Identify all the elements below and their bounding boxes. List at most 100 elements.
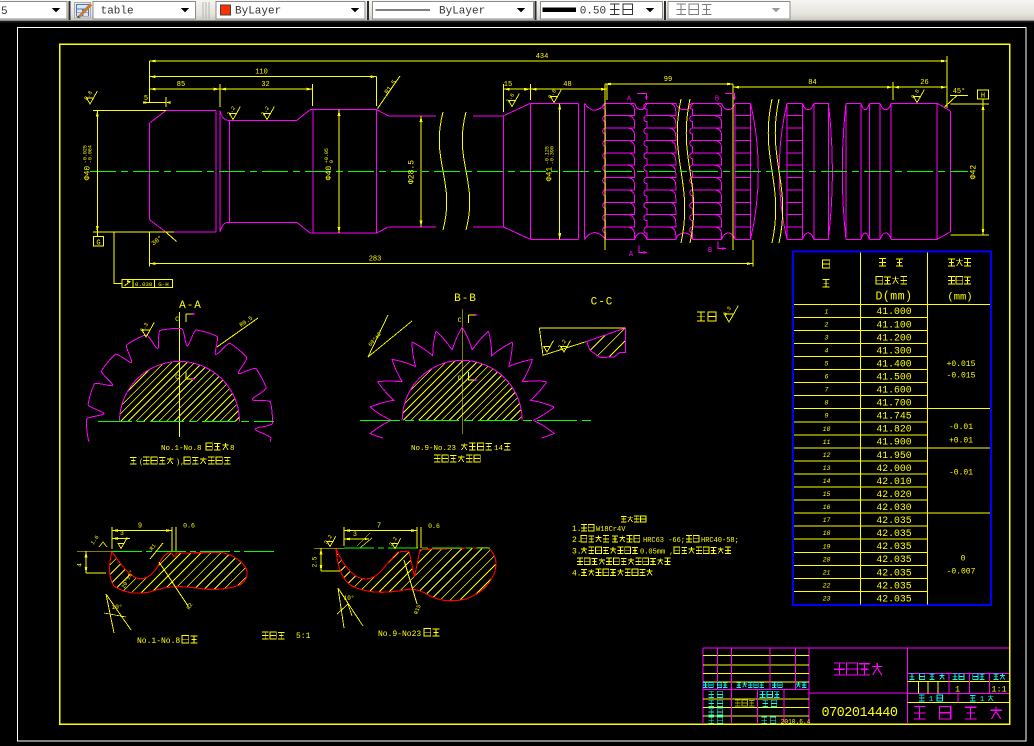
- svg-text:W18Cr4V: W18Cr4V: [596, 526, 626, 534]
- svg-text:B: B: [708, 247, 712, 255]
- svg-text:20: 20: [823, 556, 831, 563]
- svg-text:0: 0: [329, 160, 335, 163]
- svg-text:17: 17: [823, 517, 831, 524]
- svg-text:41.820: 41.820: [876, 424, 911, 435]
- svg-text:12: 12: [823, 452, 831, 459]
- svg-text:4.: 4.: [572, 570, 582, 579]
- svg-text:2: 2: [825, 321, 829, 328]
- svg-text:85: 85: [177, 81, 185, 89]
- svg-text:16: 16: [823, 504, 831, 511]
- svg-text:Φ40: Φ40: [325, 166, 334, 181]
- svg-text:-0.007: -0.007: [947, 568, 976, 577]
- svg-text:0.6: 0.6: [183, 523, 195, 530]
- svg-text:18: 18: [823, 530, 831, 537]
- svg-text:8: 8: [825, 400, 829, 407]
- svg-text:Φ41: Φ41: [546, 167, 555, 182]
- svg-text:C: C: [458, 375, 462, 382]
- svg-text:-0.01: -0.01: [949, 469, 973, 478]
- svg-text:Φ28.5: Φ28.5: [408, 160, 417, 184]
- svg-text:3: 3: [353, 531, 357, 538]
- svg-text:99: 99: [664, 76, 672, 84]
- svg-text:45°: 45°: [953, 87, 966, 96]
- svg-text:5: 5: [1, 6, 8, 18]
- svg-text:2.: 2.: [572, 536, 582, 545]
- svg-text:42.035: 42.035: [876, 541, 911, 552]
- svg-text:3.: 3.: [572, 548, 582, 557]
- svg-text:42.030: 42.030: [876, 502, 911, 513]
- svg-text:C: C: [175, 316, 179, 323]
- svg-text:41.100: 41.100: [876, 319, 911, 330]
- svg-text:5: 5: [144, 95, 148, 103]
- svg-text:21: 21: [823, 569, 831, 576]
- svg-text:ByLayer: ByLayer: [439, 6, 485, 18]
- svg-text:1: 1: [929, 696, 934, 704]
- svg-text:9: 9: [825, 413, 829, 420]
- svg-text:48: 48: [563, 81, 571, 89]
- svg-text:2.5: 2.5: [312, 556, 319, 567]
- svg-text:19: 19: [823, 543, 831, 550]
- svg-text:-0.064: -0.064: [88, 145, 94, 163]
- svg-text:42.035: 42.035: [876, 554, 911, 565]
- svg-text:+0.01: +0.01: [949, 437, 973, 446]
- svg-text:Φ40: Φ40: [84, 166, 93, 181]
- svg-text:HRC40-58;: HRC40-58;: [701, 537, 739, 545]
- svg-text:41.000: 41.000: [876, 306, 911, 317]
- svg-text:No.9-No.23: No.9-No.23: [411, 445, 457, 453]
- svg-text:B: B: [715, 96, 719, 104]
- svg-text:D(mm): D(mm): [875, 291, 912, 304]
- svg-text:110: 110: [255, 69, 268, 77]
- svg-text:41.745: 41.745: [876, 411, 911, 422]
- svg-text:41.500: 41.500: [876, 371, 911, 382]
- svg-text:4: 4: [77, 563, 84, 567]
- svg-text:42.020: 42.020: [876, 489, 911, 500]
- svg-text:Φ42: Φ42: [970, 165, 979, 180]
- svg-text:table: table: [101, 6, 134, 18]
- svg-text:1: 1: [980, 696, 985, 704]
- svg-text:(mm): (mm): [947, 292, 972, 304]
- svg-text:1.: 1.: [572, 525, 582, 534]
- svg-text:3: 3: [825, 334, 829, 341]
- svg-text:8: 8: [230, 445, 235, 453]
- svg-text:15: 15: [504, 81, 512, 89]
- svg-text:ByLayer: ByLayer: [235, 6, 281, 18]
- svg-text:1:1: 1:1: [991, 685, 1006, 695]
- svg-text:283: 283: [369, 256, 382, 264]
- svg-text:3: 3: [120, 530, 124, 537]
- svg-text:0: 0: [961, 555, 966, 564]
- svg-text:C: C: [175, 374, 179, 381]
- svg-text:G: G: [96, 239, 100, 247]
- svg-text:84: 84: [808, 79, 816, 87]
- svg-text:42.035: 42.035: [876, 515, 911, 526]
- svg-text:42.035: 42.035: [876, 528, 911, 539]
- svg-text:14: 14: [823, 478, 831, 485]
- svg-text:22: 22: [823, 582, 831, 589]
- svg-text:41.300: 41.300: [876, 345, 911, 356]
- svg-text:10°: 10°: [344, 595, 355, 602]
- svg-text:41.400: 41.400: [876, 358, 911, 369]
- svg-text:4: 4: [825, 348, 829, 355]
- svg-text:42.035: 42.035: [876, 580, 911, 591]
- svg-text:41.900: 41.900: [876, 437, 911, 448]
- svg-text:41.700: 41.700: [876, 398, 911, 409]
- svg-text:15: 15: [823, 491, 831, 498]
- svg-text:G-H: G-H: [158, 281, 169, 288]
- svg-text:42.000: 42.000: [876, 463, 911, 474]
- svg-text:11: 11: [823, 439, 831, 446]
- svg-text:No.1-No.8: No.1-No.8: [137, 637, 180, 646]
- svg-text:41.200: 41.200: [876, 332, 911, 343]
- svg-text:A-A: A-A: [179, 300, 202, 312]
- svg-text:6: 6: [825, 374, 829, 381]
- svg-text:7: 7: [825, 387, 829, 394]
- svg-text:1: 1: [825, 308, 829, 315]
- svg-text:32: 32: [261, 81, 269, 89]
- svg-text:434: 434: [536, 53, 549, 61]
- svg-text:1: 1: [955, 685, 960, 695]
- svg-text:5:1: 5:1: [296, 632, 311, 641]
- svg-text:C-C: C-C: [591, 297, 614, 309]
- svg-text:13: 13: [823, 465, 831, 472]
- svg-text:0.6: 0.6: [428, 523, 440, 530]
- svg-text:14: 14: [494, 445, 504, 453]
- svg-text:0.030: 0.030: [135, 281, 153, 288]
- svg-text:42.010: 42.010: [876, 476, 911, 487]
- svg-text:23: 23: [823, 596, 831, 603]
